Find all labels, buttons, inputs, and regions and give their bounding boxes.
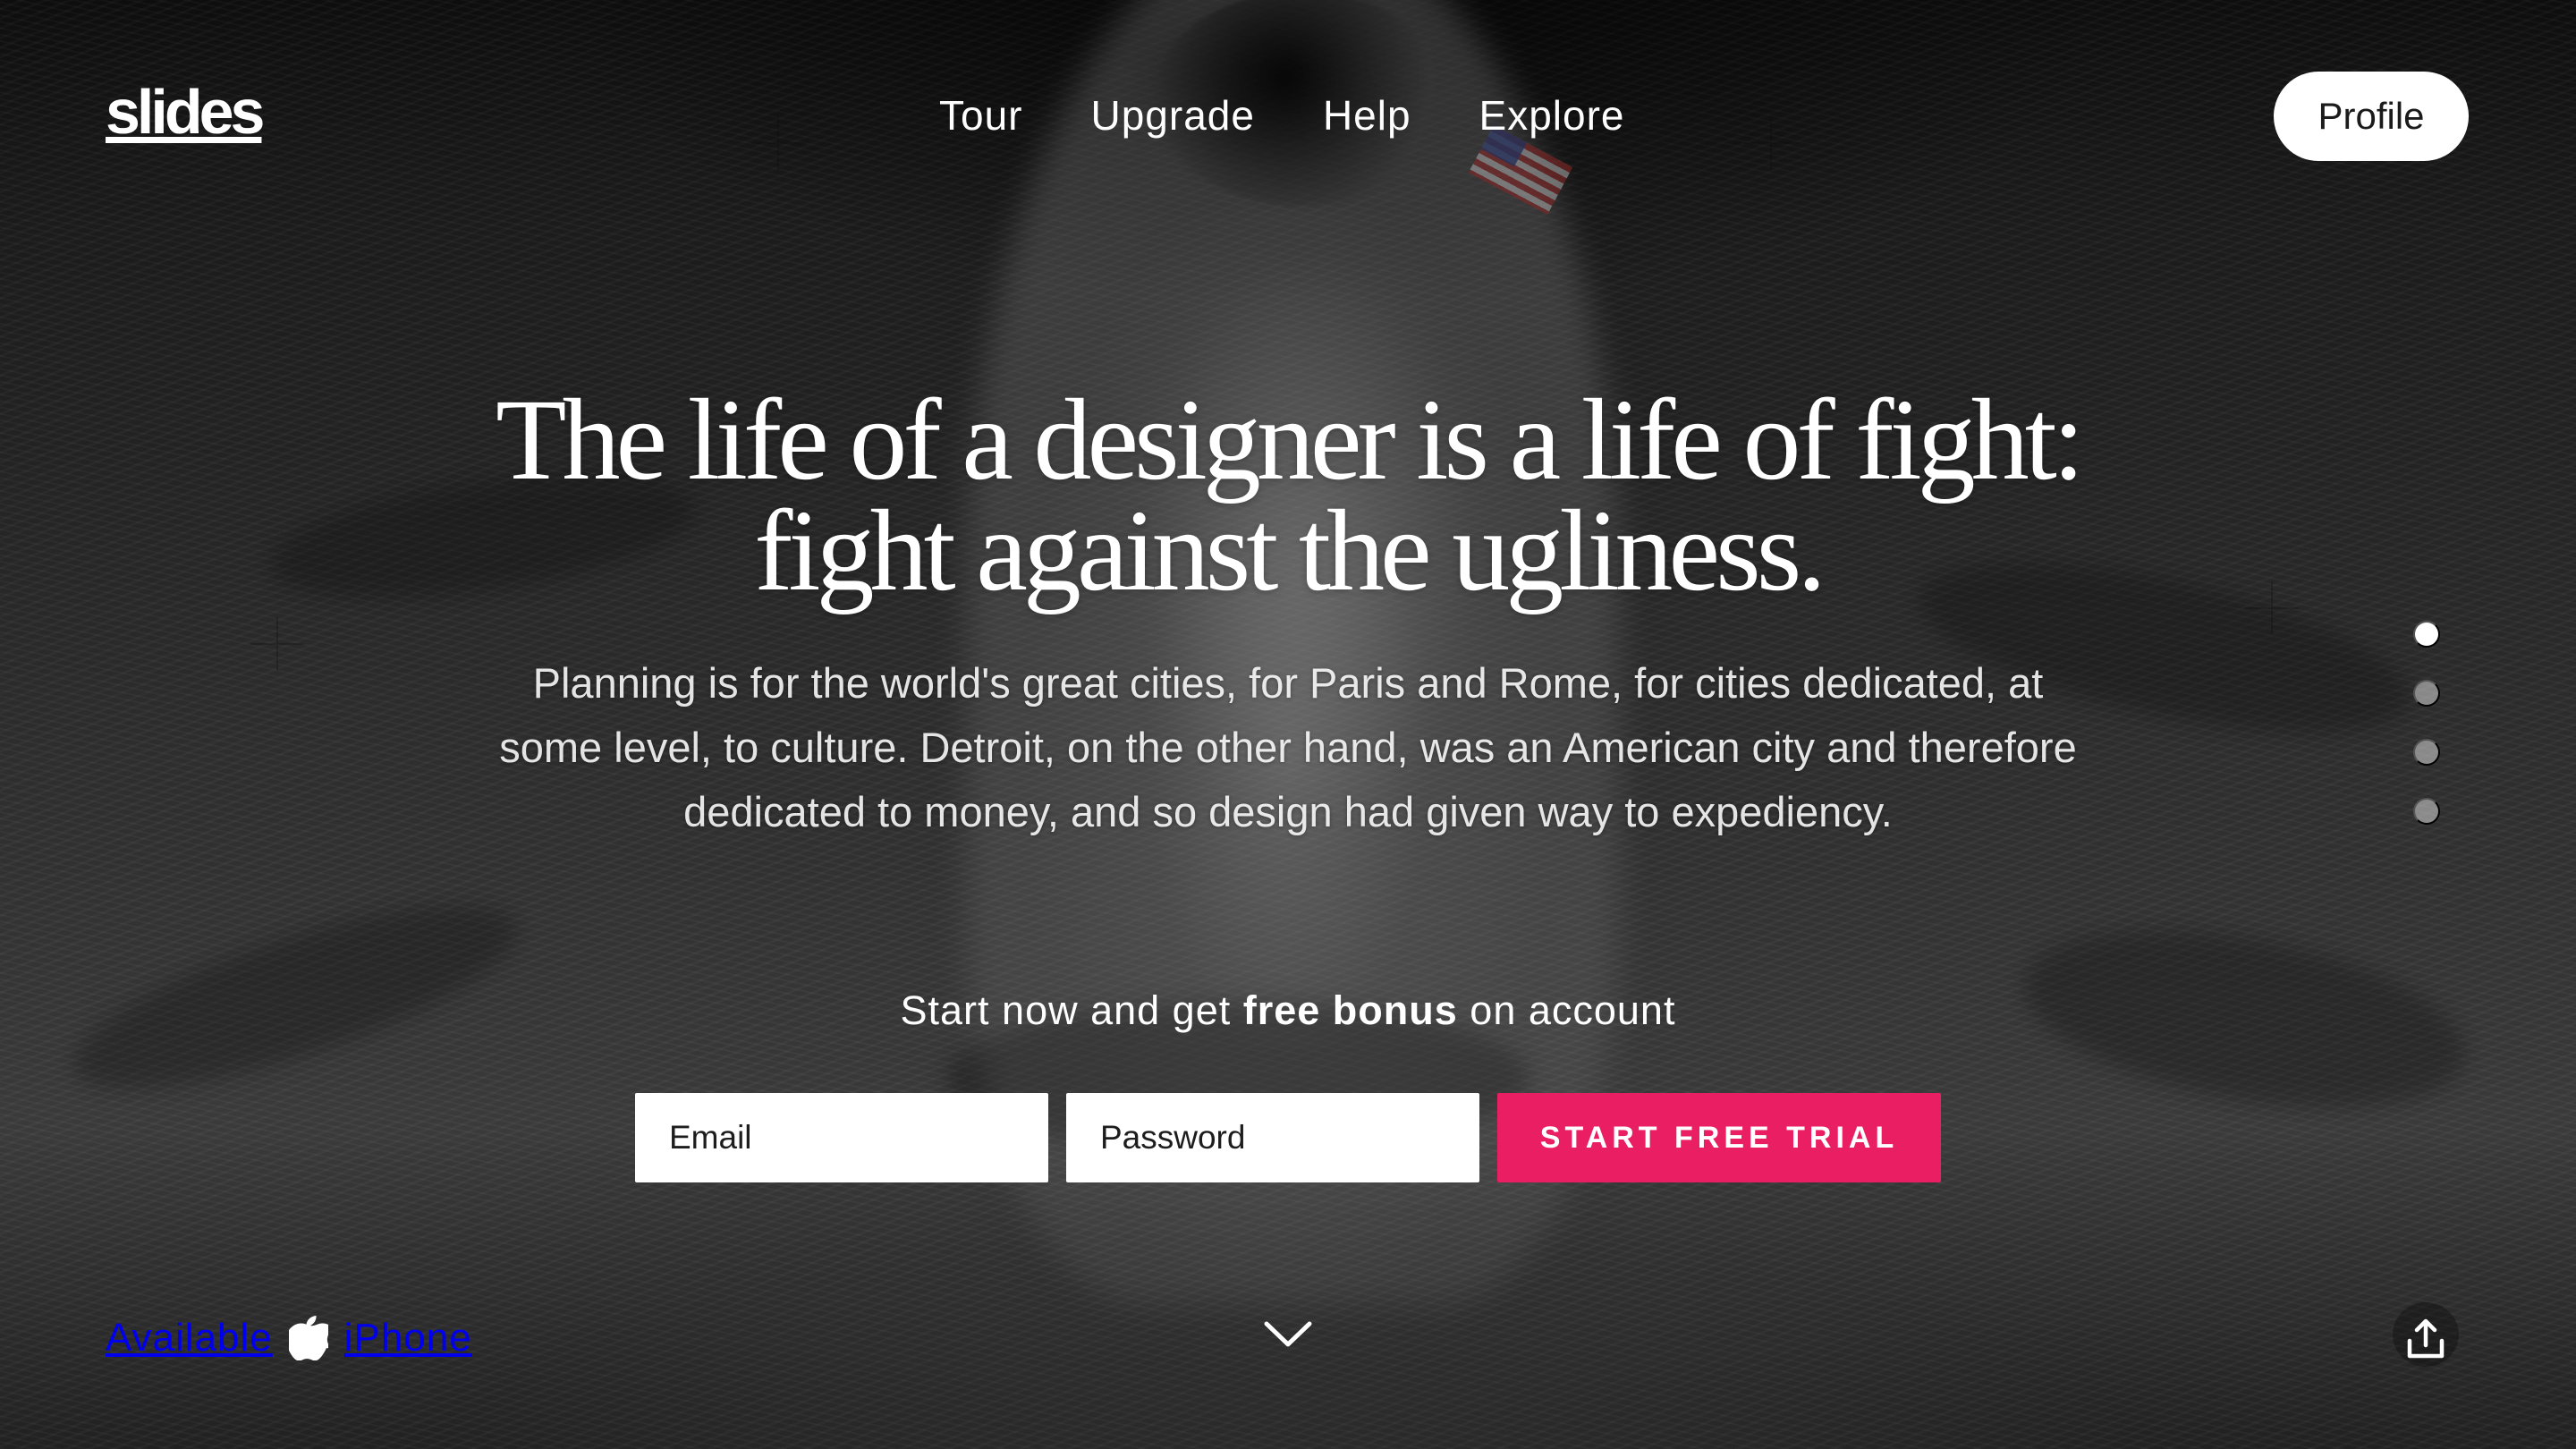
hero-headline-line-2: fight against the ugliness.: [754, 487, 1826, 615]
slide-dot-1[interactable]: [2413, 621, 2440, 648]
iphone-availability-link[interactable]: Available iPhone: [106, 1311, 472, 1365]
nav-link-help[interactable]: Help: [1323, 93, 1411, 138]
signup-prompt-suffix: on account: [1457, 987, 1676, 1033]
hero-headline-line-1: The life of a designer is a life of figh…: [496, 376, 2085, 504]
nav-link-upgrade[interactable]: Upgrade: [1090, 93, 1254, 138]
signup-prompt: Start now and get free bonus on account: [0, 984, 2576, 1038]
hero-headline: The life of a designer is a life of figh…: [376, 382, 2200, 609]
profile-button[interactable]: Profile: [2274, 72, 2469, 161]
hero-description-line-3: dedicated to money, and so design had gi…: [683, 788, 1893, 835]
password-field[interactable]: [1066, 1093, 1479, 1182]
availability-label: Available: [106, 1316, 273, 1360]
hero-description-line-1: Planning is for the world's great cities…: [532, 659, 2044, 707]
slide-pagination: [2411, 621, 2442, 835]
apple-icon: [288, 1316, 328, 1360]
slide-dot-4[interactable]: [2413, 798, 2440, 825]
signup-prompt-prefix: Start now and get: [900, 987, 1243, 1033]
main-navigation: Tour Upgrade Help Explore: [939, 93, 1625, 138]
email-field[interactable]: [635, 1093, 1048, 1182]
nav-link-tour[interactable]: Tour: [939, 93, 1022, 138]
signup-prompt-emphasis: free bonus: [1242, 987, 1458, 1033]
landing-page: slides Tour Upgrade Help Explore Profile…: [0, 0, 2576, 1449]
nav-link-explore[interactable]: Explore: [1479, 93, 1625, 138]
platform-label: iPhone: [343, 1316, 472, 1360]
site-header: slides Tour Upgrade Help Explore Profile: [0, 0, 2576, 161]
start-free-trial-button[interactable]: START FREE TRIAL: [1497, 1093, 1941, 1182]
slide-dot-3[interactable]: [2413, 739, 2440, 766]
chevron-down-icon: [1264, 1321, 1312, 1347]
scroll-down-button[interactable]: [1261, 1310, 1315, 1359]
hero-section: The life of a designer is a life of figh…: [376, 382, 2200, 844]
signup-form: START FREE TRIAL: [635, 1093, 1941, 1182]
share-button[interactable]: [2393, 1302, 2459, 1367]
hero-description-line-2: some level, to culture. Detroit, on the …: [499, 724, 2077, 771]
share-icon: [2407, 1318, 2445, 1359]
slide-dot-2[interactable]: [2413, 680, 2440, 707]
hero-description: Planning is for the world's great cities…: [447, 651, 2129, 844]
brand-logo[interactable]: slides: [106, 80, 265, 143]
